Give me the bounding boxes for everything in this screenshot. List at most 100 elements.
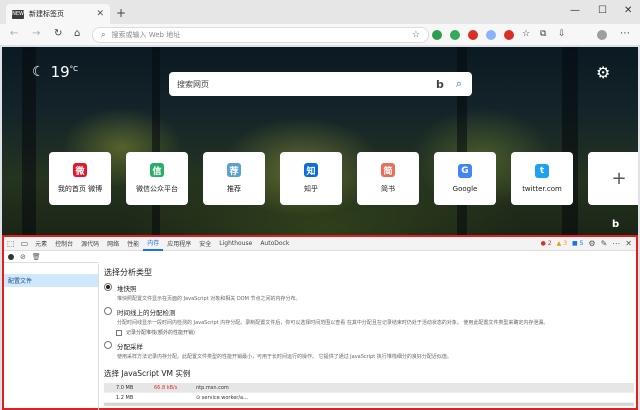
tab-security[interactable]: 安全 [195, 239, 215, 248]
web-search-box[interactable]: 搜索网页 b ⌕ [169, 72, 472, 96]
info-count[interactable]: ■ 5 [572, 240, 583, 247]
minimize-icon[interactable]: — [570, 5, 580, 16]
option-allocation-sampling[interactable]: 分配采样 使用采样方法记录内存分配。此配置文件类型的性能开销最小，可用于长时间运… [104, 341, 634, 360]
bing-corner-logo-icon[interactable]: b [612, 219, 619, 230]
weibo-icon: 微 [73, 163, 87, 177]
tab-title: 新建标签页 [29, 10, 64, 18]
add-quick-link-button[interactable]: + [588, 152, 638, 205]
device-toolbar-icon[interactable]: ▭ [21, 239, 29, 248]
vm-name: ⊙ service worker/a... [196, 394, 248, 401]
extension-shield-icon[interactable] [450, 30, 460, 40]
tab-sources[interactable]: 源代码 [77, 239, 103, 248]
bing-logo-icon: b [435, 77, 444, 91]
quick-link-tile[interactable]: 信 微信公众平台 [126, 152, 188, 205]
inspect-element-icon[interactable]: ⬚ [7, 239, 15, 248]
trash-icon[interactable]: 🗑 [32, 253, 41, 261]
twitter-icon: t [535, 164, 549, 178]
warning-count[interactable]: ▲ 3 [557, 240, 567, 247]
radio-allocation-timeline[interactable] [104, 307, 112, 315]
collections-icon[interactable]: ⧉ [540, 29, 546, 39]
tab-console[interactable]: 控制台 [51, 239, 77, 248]
vm-size: 1.2 MB [116, 394, 134, 401]
extension-blue-icon[interactable] [486, 30, 496, 40]
forward-icon[interactable]: → [32, 28, 40, 39]
quick-link-tile[interactable]: 微 我的首页 微博 [49, 152, 111, 205]
vm-name: ntp.msn.com [196, 384, 229, 391]
quick-link-tile[interactable]: 荐 推荐 [203, 152, 265, 205]
more-menu-icon[interactable]: ⋯ [620, 28, 630, 39]
quick-link-tile[interactable]: 知 知乎 [280, 152, 342, 205]
weather-widget[interactable]: ☾ 19°C [32, 63, 78, 81]
vm-instance-row[interactable]: 1.2 MB ⊙ service worker/a... [104, 393, 634, 403]
checkbox-label: 记录分配堆栈(额外的性能开销) [126, 330, 195, 336]
extension-opera-icon[interactable] [504, 30, 514, 40]
extension-green-icon[interactable] [432, 30, 442, 40]
refresh-icon[interactable]: ↻ [54, 28, 62, 39]
tab-lighthouse[interactable]: Lighthouse [215, 240, 256, 247]
vm-instance-row[interactable]: 7.0 MB 66.8 kB/s ntp.msn.com [104, 383, 634, 393]
devtools-more-icon[interactable]: ⋯ [612, 239, 620, 248]
jianshu-icon: 简 [381, 163, 395, 177]
quick-link-tile[interactable]: t twitter.com [511, 152, 573, 205]
wechat-icon: 信 [150, 163, 164, 177]
error-count-value: 2 [547, 240, 552, 247]
downloads-icon[interactable]: ⇩ [558, 29, 566, 39]
option-title: 分配采样 [117, 343, 143, 351]
tile-label: 知乎 [304, 185, 318, 193]
browser-tab[interactable]: NEW 新建标签页 ✕ [6, 4, 110, 24]
devtools-close-icon[interactable]: ✕ [625, 239, 632, 248]
page-settings-gear-icon[interactable]: ⚙ [596, 63, 610, 82]
tab-autodock[interactable]: AutoDock [256, 240, 293, 247]
option-description: 分配时间线显示一段时间内检测的 JavaScript 内存分配。录制配置文件后，… [117, 320, 549, 326]
quick-link-tile[interactable]: 简 简书 [357, 152, 419, 205]
home-icon[interactable]: ⌂ [74, 28, 80, 39]
search-magnifier-icon[interactable]: ⌕ [456, 77, 462, 91]
temperature-unit: °C [69, 65, 79, 73]
favorites-bar-icon[interactable]: ☆ [522, 29, 530, 39]
error-count[interactable]: ● 2 [541, 240, 552, 247]
search-icon: ⌕ [101, 30, 106, 39]
tab-application[interactable]: 应用程序 [163, 239, 195, 248]
profile-type-panel: 选择分析类型 堆快照 堆快照配置文件显示在页面的 JavaScript 对象和相… [104, 267, 634, 403]
clear-icon[interactable]: ⊘ [20, 253, 26, 261]
option-heap-snapshot[interactable]: 堆快照 堆快照配置文件显示在页面的 JavaScript 对象和相关 DOM 节… [104, 283, 634, 302]
record-icon[interactable] [8, 253, 14, 260]
devtools-status: ● 2 ▲ 3 ■ 5 ⚙ ✎ ⋯ ✕ [541, 239, 632, 248]
new-tab-page-background: ☾ 19°C ⚙ 搜索网页 b ⌕ 微 我的首页 微博 信 微信公众平台 荐 推… [2, 47, 638, 235]
option-allocation-timeline[interactable]: 时间线上的分配检测 分配时间线显示一段时间内检测的 JavaScript 内存分… [104, 307, 634, 326]
tab-network[interactable]: 网络 [103, 239, 123, 248]
feedback-icon[interactable]: ✎ [601, 239, 608, 248]
plus-icon: + [611, 168, 627, 189]
horizontal-scrollbar[interactable] [104, 403, 634, 406]
address-bar[interactable]: ⌕ 搜索或输入 Web 地址 ☆ [92, 27, 429, 43]
tile-label: Google [452, 185, 478, 193]
tile-label: 简书 [381, 185, 395, 193]
radio-heap-snapshot[interactable] [104, 283, 112, 291]
new-tab-button[interactable]: + [116, 6, 126, 20]
record-stack-checkbox[interactable] [116, 329, 122, 336]
profile-avatar-icon[interactable] [597, 30, 607, 40]
google-icon: G [458, 164, 472, 178]
favorite-star-icon[interactable]: ☆ [412, 30, 420, 40]
tab-elements[interactable]: 元素 [31, 239, 51, 248]
devtools-panel: ⬚ ▭ 元素 控制台 源代码 网络 性能 内存 应用程序 安全 Lighthou… [2, 235, 638, 410]
info-count-value: 5 [579, 240, 584, 247]
record-stack-checkbox-row[interactable]: 记录分配堆栈(额外的性能开销) [116, 329, 634, 336]
tile-label: 推荐 [227, 185, 241, 193]
close-tab-icon[interactable]: ✕ [96, 9, 104, 19]
quick-link-tile[interactable]: G Google [434, 152, 496, 205]
maximize-icon[interactable]: ☐ [598, 5, 607, 16]
tile-label: twitter.com [522, 185, 562, 193]
tab-performance[interactable]: 性能 [123, 239, 143, 248]
warning-count-value: 3 [563, 240, 568, 247]
devtools-tab-bar: ⬚ ▭ 元素 控制台 源代码 网络 性能 内存 应用程序 安全 Lighthou… [4, 237, 636, 251]
devtools-settings-gear-icon[interactable]: ⚙ [588, 239, 595, 248]
radio-allocation-sampling[interactable] [104, 341, 112, 349]
close-window-icon[interactable]: ✕ [624, 5, 632, 16]
back-icon[interactable]: ← [10, 28, 18, 39]
option-title: 堆快照 [117, 285, 137, 293]
tab-memory[interactable]: 内存 [143, 237, 164, 251]
sidebar-item-profiles[interactable]: 配置文件 [4, 274, 98, 287]
extension-red-icon[interactable] [468, 30, 478, 40]
vm-instance-heading: 选择 JavaScript VM 实例 [104, 369, 191, 378]
